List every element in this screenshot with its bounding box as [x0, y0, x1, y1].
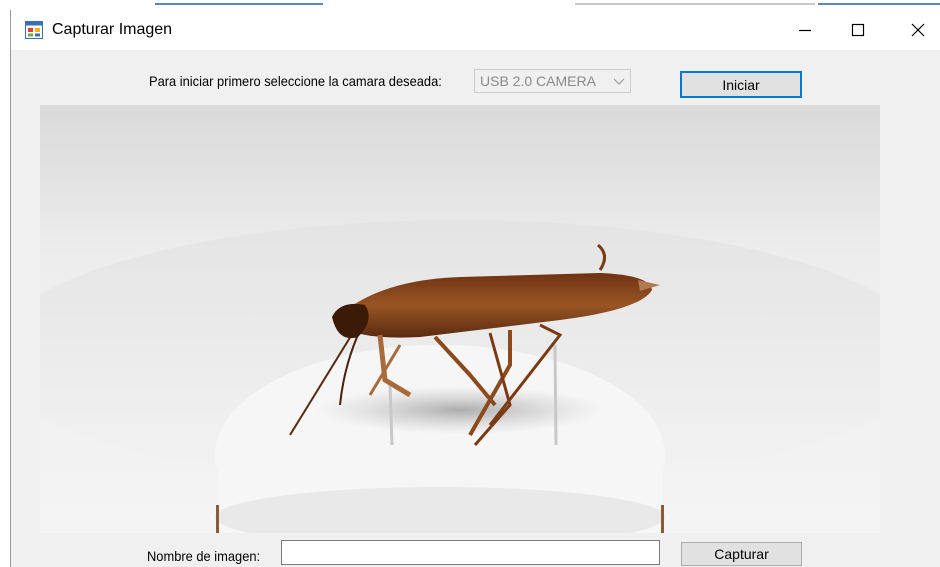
image-name-label: Nombre de imagen:	[147, 548, 261, 564]
start-button[interactable]: Iniciar	[680, 71, 802, 98]
background-tab	[155, 3, 323, 5]
minimize-icon	[799, 29, 811, 32]
close-button[interactable]	[895, 10, 940, 50]
title-bar[interactable]: Capturar Imagen	[11, 10, 940, 50]
minimize-button[interactable]	[782, 10, 828, 50]
app-form-icon	[25, 21, 43, 39]
capture-button[interactable]: Capturar	[681, 542, 802, 566]
maximize-icon	[851, 23, 865, 37]
close-icon	[911, 23, 925, 37]
image-name-input[interactable]	[281, 540, 660, 565]
chevron-down-icon	[613, 78, 625, 85]
camera-select-value: USB 2.0 CAMERA	[480, 73, 596, 89]
window-title: Capturar Imagen	[52, 21, 173, 38]
background-tab	[818, 3, 940, 5]
camera-select[interactable]: USB 2.0 CAMERA	[474, 69, 631, 93]
start-button-label: Iniciar	[722, 76, 760, 93]
background-tab	[575, 3, 815, 5]
camera-prompt-label: Para iniciar primero seleccione la camar…	[149, 73, 442, 89]
camera-preview	[40, 105, 880, 533]
background-window-strip	[0, 0, 940, 10]
capture-button-label: Capturar	[714, 546, 769, 562]
capture-window: Capturar Imagen Para iniciar primero sel…	[10, 10, 940, 567]
camera-preview-image	[40, 105, 880, 533]
maximize-button[interactable]	[835, 10, 881, 50]
